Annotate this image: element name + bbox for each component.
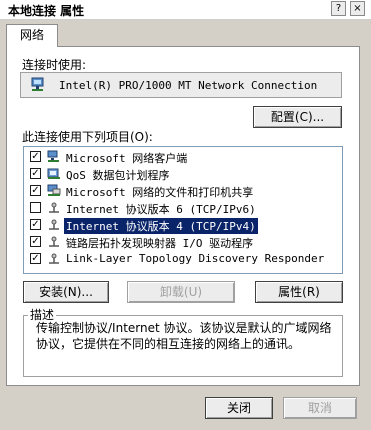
properties-button[interactable]: 属性(R) (255, 281, 343, 303)
item-label: Link-Layer Topology Discovery Responder (66, 252, 325, 265)
item-label: Microsoft 网络的文件和打印机共享 (66, 186, 254, 199)
item-checkbox[interactable]: ✓ (30, 236, 41, 247)
qos-scheduler-icon (47, 168, 60, 179)
list-item[interactable]: ✓ QoS 数据包计划程序 (30, 166, 340, 182)
list-item[interactable]: ✓ Link-Layer Topology Discovery Responde… (30, 251, 340, 267)
tab-network[interactable]: 网络 (6, 24, 58, 47)
list-item[interactable]: ✓ Microsoft 网络的文件和打印机共享 (30, 183, 340, 199)
adapter-name: Intel(R) PRO/1000 MT Network Connection (59, 79, 318, 92)
install-button[interactable]: 安装(N)... (23, 281, 109, 303)
item-checkbox[interactable]: ✓ (30, 253, 41, 264)
item-checkbox[interactable]: ✓ (30, 168, 41, 179)
item-checkbox[interactable]: ✓ (30, 219, 41, 230)
description-text: 传输控制协议/Internet 协议。该协议是默认的广域网络协议，它提供在不同的… (36, 321, 332, 351)
cancel-button[interactable]: 取消 (283, 397, 357, 419)
protocol-icon (49, 202, 59, 213)
window-title: 本地连接 属性 (8, 4, 85, 18)
protocol-icon (49, 236, 59, 247)
list-item-selected[interactable]: ✓ Internet 协议版本 4 (TCP/IPv4) (30, 217, 340, 235)
components-label: 此连接使用下列项目(O): (22, 130, 153, 144)
protocol-icon (49, 219, 59, 230)
close-window-button[interactable]: × (350, 1, 365, 16)
title-bar: 本地连接 属性 ? × (0, 0, 371, 20)
list-item[interactable]: ✓ 链路层拓扑发现映射器 I/O 驱动程序 (30, 234, 340, 250)
item-checkbox[interactable]: ✓ (30, 185, 41, 196)
components-list[interactable]: ✓ Microsoft 网络客户端 ✓ QoS 数据包计划程序 ✓ Micros… (23, 146, 343, 274)
adapter-box: Intel(R) PRO/1000 MT Network Connection (20, 72, 342, 98)
help-button[interactable]: ? (331, 1, 346, 16)
item-label: Internet 协议版本 6 (TCP/IPv6) (66, 203, 256, 216)
network-client-icon (47, 150, 59, 162)
list-item[interactable]: ✓ Microsoft 网络客户端 (30, 149, 340, 165)
item-checkbox[interactable] (30, 202, 41, 213)
item-checkbox[interactable]: ✓ (30, 151, 41, 162)
network-adapter-icon (31, 77, 44, 91)
protocol-icon (49, 253, 59, 264)
item-label: QoS 数据包计划程序 (66, 169, 170, 182)
item-label: Internet 协议版本 4 (TCP/IPv4) (63, 217, 259, 235)
item-label: 链路层拓扑发现映射器 I/O 驱动程序 (66, 237, 254, 250)
list-item[interactable]: Internet 协议版本 6 (TCP/IPv6) (30, 200, 340, 216)
file-print-sharing-icon (47, 184, 61, 196)
close-button[interactable]: 关闭 (205, 397, 273, 419)
uninstall-button[interactable]: 卸载(U) (127, 281, 235, 303)
configure-button[interactable]: 配置(C)... (253, 106, 342, 128)
item-label: Microsoft 网络客户端 (66, 152, 188, 165)
connect-using-label: 连接时使用: (22, 58, 87, 72)
